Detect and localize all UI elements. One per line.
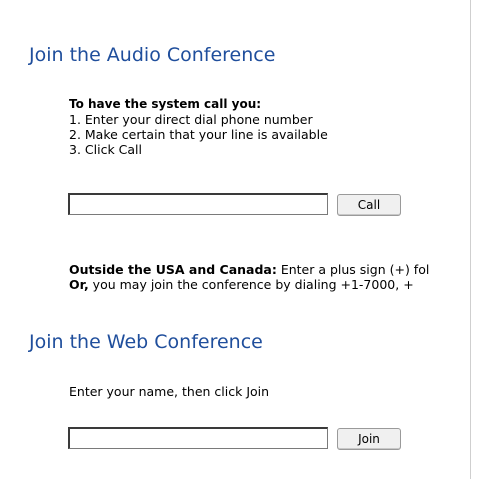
- alternate-dialing-text: you may join the conference by dialing +…: [88, 277, 414, 292]
- phone-number-input[interactable]: [68, 193, 328, 215]
- call-button[interactable]: Call: [337, 194, 401, 216]
- name-input[interactable]: [68, 427, 328, 449]
- or-label: Or,: [69, 277, 89, 292]
- web-conference-title: Join the Web Conference: [29, 331, 263, 353]
- audio-conference-title: Join the Audio Conference: [29, 44, 276, 66]
- alternate-dialing-note: Or, you may join the conference by diali…: [69, 277, 414, 292]
- audio-step-2: 2. Make certain that your line is availa…: [69, 127, 328, 142]
- conference-join-panel: Join the Audio Conference To have the sy…: [0, 0, 483, 479]
- web-instruction: Enter your name, then click Join: [69, 384, 270, 399]
- international-label: Outside the USA and Canada:: [69, 262, 277, 277]
- join-button[interactable]: Join: [337, 428, 401, 450]
- panel-torn-edge: [470, 0, 471, 479]
- audio-instructions-heading: To have the system call you:: [69, 97, 262, 111]
- international-dialing-note: Outside the USA and Canada: Enter a plus…: [69, 262, 429, 277]
- audio-step-1: 1. Enter your direct dial phone number: [69, 112, 313, 127]
- audio-step-3: 3. Click Call: [69, 142, 142, 157]
- international-text: Enter a plus sign (+) fol: [276, 262, 430, 277]
